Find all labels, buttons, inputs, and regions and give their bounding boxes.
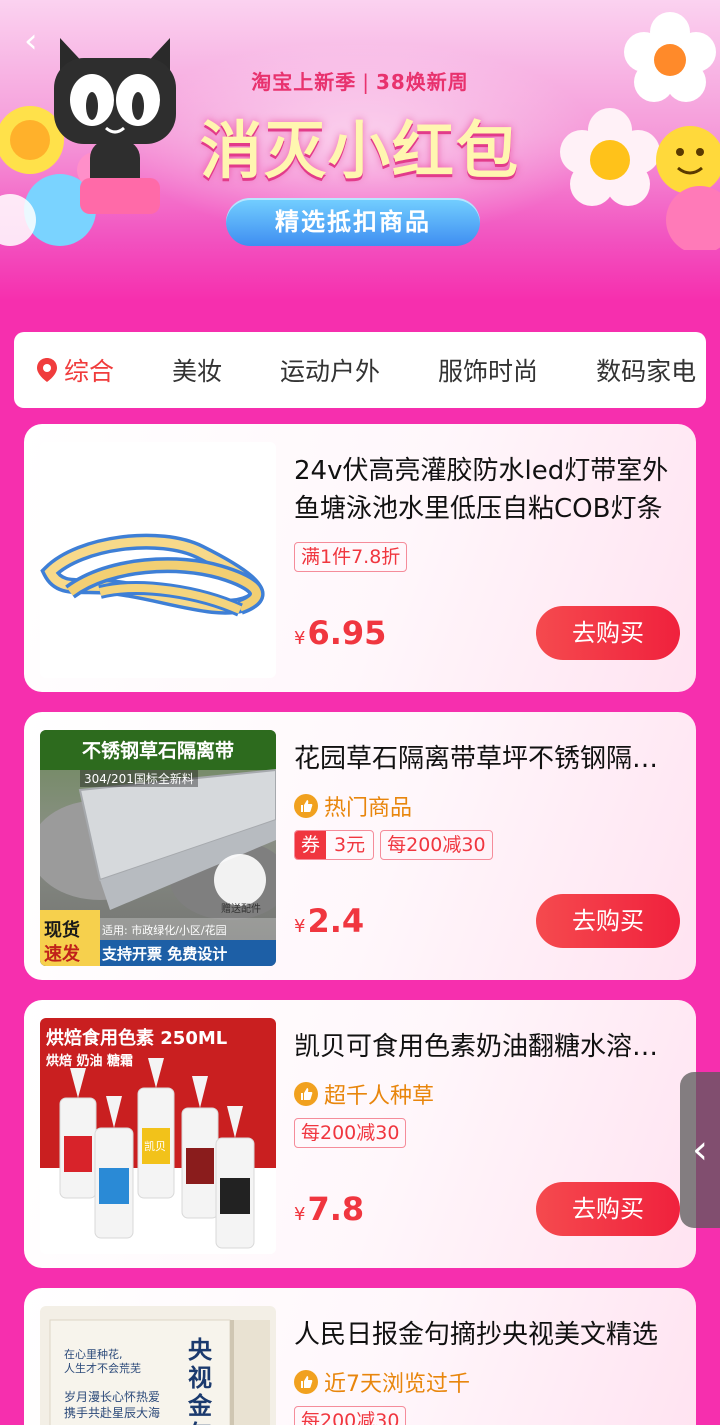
thumb-line4: 携手共赴星辰大海 [64,1406,161,1420]
currency-symbol: ¥ [294,916,306,937]
price: ¥ 2.4 [294,902,364,940]
discount-tag: 满1件7.8折 [294,542,408,572]
thumb-brand: 凯贝 [144,1140,166,1153]
thumbs-up-icon [294,1082,318,1106]
thumb-headline: 不锈钢草石隔离带 [81,740,234,762]
promo-tags: 券 3元 每200减30 [294,830,499,860]
tab-label: 数码家电 [596,357,697,386]
category-tabs: 综合 美妆 运动户外 服饰时尚 数码家电 [14,332,706,408]
thumb-scope: 适用: 市政绿化/小区/花园 [102,924,227,937]
tab-label: 服饰时尚 [438,357,539,386]
select-deduction-products-button[interactable]: 精选抵扣商品 [226,198,480,246]
product-title[interactable]: 人民日报金句摘抄央视美文精选 [294,1316,678,1354]
thumb-side: 央视金句 [188,1336,212,1425]
hot-label: 近7天浏览过千 [294,1366,470,1398]
hot-label-text: 近7天浏览过千 [324,1372,470,1397]
thumbs-up-icon [294,794,318,818]
hot-label: 热门商品 [294,790,412,822]
hot-label-text: 热门商品 [324,796,413,821]
price-value: 2.4 [307,902,365,940]
thumb-sub: 304/201国标全新料 [80,770,198,787]
price: ¥ 6.95 [294,614,386,652]
promo-tags: 每200减30 [294,1406,412,1425]
side-drawer-handle[interactable]: ‹ [680,1072,720,1228]
product-card[interactable]: 不锈钢草石隔离带 304/201国标全新料 赠送配件 现货 速发 适用: 市政绿… [24,712,696,980]
price: ¥ 7.8 [294,1190,364,1228]
thumb-badge-bottom: 速发 [44,944,80,965]
thumbs-up-icon [294,1370,318,1394]
tab-sports-outdoor[interactable]: 运动户外 [280,352,380,388]
product-card[interactable]: 24v伏高亮灌胶防水led灯带室外鱼塘泳池水里低压自粘COB灯条 满1件7.8折… [24,424,696,692]
product-thumbnail[interactable]: 烘焙食用色素 250ML 烘焙 奶油 糖霜 凯贝 [40,1018,276,1254]
banner-subtitle: 淘宝上新季 | 38焕新周 [0,66,720,95]
product-card[interactable]: 在心里种花, 人生才不会荒芜 岁月漫长心怀热爱 携手共赴星辰大海 央视金句 人民… [24,1288,696,1425]
product-title[interactable]: 24v伏高亮灌胶防水led灯带室外鱼塘泳池水里低压自粘COB灯条 [294,452,678,528]
coupon-label: 券 [295,831,327,859]
banner-title: 消灭小红包 [199,114,520,187]
location-pin-icon [37,358,57,382]
currency-symbol: ¥ [294,1204,306,1225]
thumb-badge-top: 现货 [44,920,80,941]
promo-tags: 满1件7.8折 [294,542,413,572]
product-thumbnail[interactable] [40,442,276,678]
buy-button[interactable]: 去购买 [536,894,680,948]
tab-comprehensive[interactable]: 综合 [36,352,114,388]
thumb-headline: 烘焙食用色素 250ML [46,1028,228,1049]
product-card[interactable]: 烘焙食用色素 250ML 烘焙 奶油 糖霜 凯贝 凯贝可食用色素奶油翻糖水溶性色… [24,1000,696,1268]
led-strip-image-icon [40,533,265,617]
thumb-accessory: 赠送配件 [221,904,261,915]
banner-sub-separator: | [362,70,370,94]
promo-banner: ‹ 淘宝上新季 | 38焕新周 消灭小红包 精选抵扣商品 [0,0,720,300]
hot-label: 超千人种草 [294,1078,434,1110]
banner-sub-left: 淘宝上新季 [251,70,357,94]
back-button[interactable]: ‹ [24,24,54,58]
hot-label-text: 超千人种草 [324,1084,435,1109]
price-value: 6.95 [307,614,387,652]
product-title[interactable]: 凯贝可食用色素奶油翻糖水溶性色素 [294,1028,678,1066]
tab-beauty[interactable]: 美妆 [172,352,222,388]
currency-symbol: ¥ [294,628,306,649]
coupon-tag: 券 3元 [294,830,375,860]
product-title[interactable]: 花园草石隔离带草坪不锈钢隔离带 [294,740,678,778]
thumb-sub: 烘焙 奶油 糖霜 [46,1054,134,1069]
coupon-value: 3元 [334,834,366,856]
product-thumbnail[interactable]: 在心里种花, 人生才不会荒芜 岁月漫长心怀热爱 携手共赴星辰大海 央视金句 [40,1306,276,1425]
buy-button[interactable]: 去购买 [536,1182,680,1236]
banner-sub-right: 38焕新周 [375,70,469,94]
chevron-left-icon: ‹ [692,1127,708,1173]
thumb-bottom: 支持开票 免费设计 [102,945,228,963]
tab-digital-appliances[interactable]: 数码家电 [596,352,696,388]
tab-label: 综合 [64,357,115,386]
product-thumbnail[interactable]: 不锈钢草石隔离带 304/201国标全新料 赠送配件 现货 速发 适用: 市政绿… [40,730,276,966]
tab-label: 运动户外 [280,357,381,386]
thumb-line2: 人生才不会荒芜 [64,1362,141,1375]
tab-label: 美妆 [172,357,223,386]
discount-tag: 每200减30 [380,830,493,860]
promo-tags: 每200减30 [294,1118,412,1148]
buy-button[interactable]: 去购买 [536,606,680,660]
tab-fashion[interactable]: 服饰时尚 [438,352,538,388]
thumb-line3: 岁月漫长心怀热爱 [64,1390,161,1404]
discount-tag: 每200减30 [294,1406,407,1425]
discount-tag: 每200减30 [294,1118,407,1148]
price-value: 7.8 [307,1190,365,1228]
